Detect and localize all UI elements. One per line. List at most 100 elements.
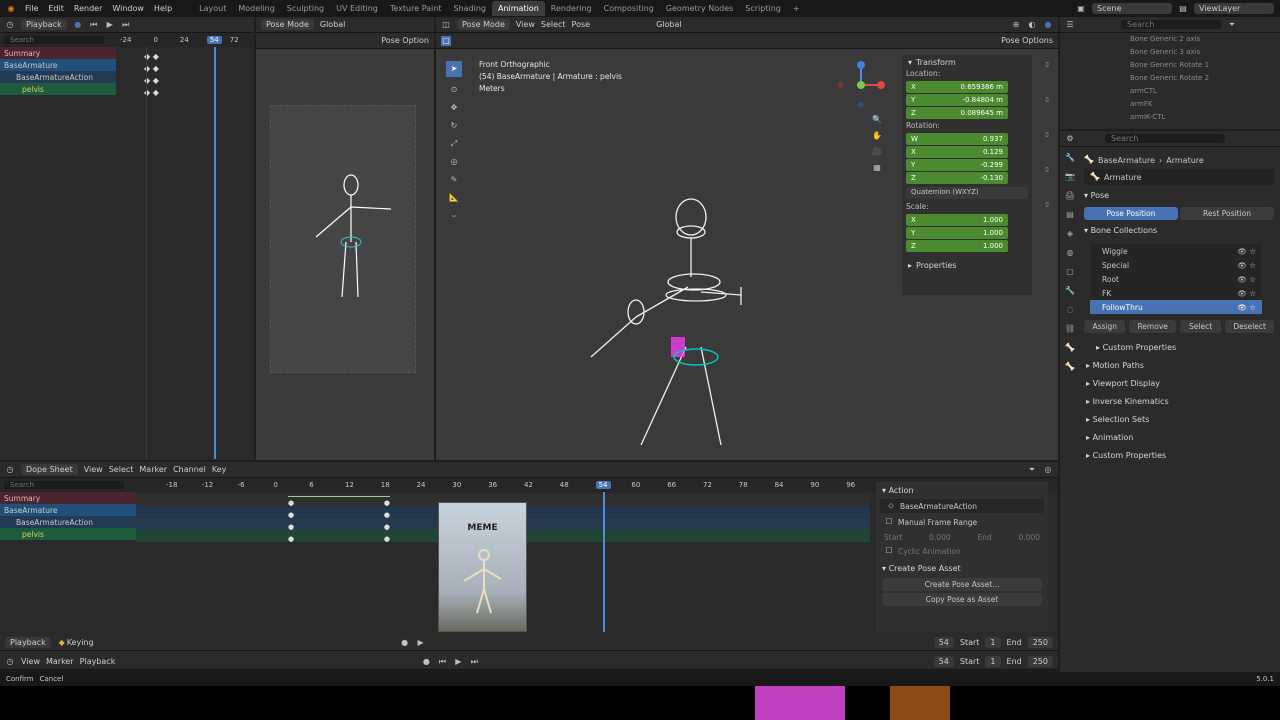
pan-icon[interactable]: ✋ [872, 131, 882, 141]
tab-texture-paint[interactable]: Texture Paint [384, 4, 448, 13]
menu-render[interactable]: Render [69, 4, 107, 13]
transform-tool-icon[interactable]: ◎ [449, 157, 459, 167]
visibility-eye-icon[interactable]: 👁 ☆ [1237, 275, 1256, 284]
view-layer-tab-icon[interactable]: ▤ [1066, 210, 1074, 219]
keyframe-row[interactable]: ● ● [288, 509, 390, 521]
secondary-orientation[interactable]: Global [320, 20, 346, 29]
dopesheet-start-value[interactable]: 1 [985, 637, 1001, 648]
annotate-tool-icon[interactable]: ✎ [449, 175, 459, 185]
properties-subsection[interactable]: ▸ Inverse Kinematics [1084, 393, 1274, 411]
dopesheet-current-frame[interactable]: 54 [933, 637, 954, 648]
outliner-search-input[interactable]: Search [1121, 20, 1221, 29]
tab-compositing[interactable]: Compositing [598, 4, 660, 13]
rotation-w-field[interactable]: W 0.937 [906, 133, 1008, 145]
tab-rendering[interactable]: Rendering [545, 4, 598, 13]
tab-shading[interactable]: Shading [447, 4, 492, 13]
dopesheet-menu-view[interactable]: View [84, 465, 103, 474]
scale-x-field[interactable]: X 1.000 [906, 214, 1008, 226]
dopesheet-menu-channel[interactable]: Channel [173, 465, 206, 474]
keyframe-row[interactable]: ● ● [288, 521, 390, 533]
jump-start-icon[interactable]: ⏮ [437, 657, 447, 667]
tab-animation[interactable]: Animation [491, 1, 545, 16]
dopesheet-menu-select[interactable]: Select [109, 465, 134, 474]
manual-frame-range-checkbox[interactable]: ☐ Manual Frame Range [876, 513, 1048, 531]
mode-selector[interactable]: Pose Mode [457, 19, 510, 30]
dopesheet-playback-menu[interactable]: Playback [5, 637, 51, 648]
selected-pelvis-bone[interactable] [671, 337, 685, 357]
bone-collection-item[interactable]: Special 👁 ☆ [1090, 258, 1262, 272]
tab-scripting[interactable]: Scripting [739, 4, 787, 13]
channel-action[interactable]: BaseArmatureAction [0, 71, 116, 83]
modifier-tab-icon[interactable]: 🔧 [1065, 286, 1075, 295]
editor-type-icon[interactable]: ◷ [5, 657, 15, 667]
proportional-edit-icon[interactable]: ◎ [1043, 465, 1053, 475]
channel-pelvis[interactable]: pelvis [0, 83, 116, 95]
sidebar-tab-tool[interactable]: ▯ [1045, 96, 1048, 103]
record-icon[interactable]: ● [400, 638, 410, 648]
secondary-mode-selector[interactable]: Pose Mode [261, 19, 314, 30]
properties-editor-icon[interactable]: ⚙ [1065, 134, 1075, 144]
filter-icon[interactable]: ⏷ [1227, 20, 1237, 30]
location-y-field[interactable]: Y -0.84804 m [906, 94, 1008, 106]
jump-end-icon[interactable]: ⏭ [121, 20, 131, 30]
world-tab-icon[interactable]: ◍ [1067, 248, 1074, 257]
sidebar-tab-view[interactable]: ▯ [1045, 131, 1048, 138]
left-playhead[interactable] [214, 47, 216, 459]
relax-tool-icon[interactable]: ⌣ [449, 211, 459, 221]
end-frame-field[interactable]: 250 [1027, 656, 1053, 667]
menu-view[interactable]: View [516, 20, 535, 29]
armature-data-tab-icon[interactable]: 🦴 [1065, 343, 1075, 352]
add-workspace-icon[interactable]: + [787, 4, 806, 13]
jump-end-icon[interactable]: ⏭ [469, 657, 479, 667]
timeline-menu-view[interactable]: View [21, 657, 40, 666]
scale-y-field[interactable]: Y 1.000 [906, 227, 1008, 239]
bone-tab-icon[interactable]: 🦴 [1065, 362, 1075, 371]
deselect-button[interactable]: Deselect [1225, 320, 1274, 333]
left-search-input[interactable]: Search [4, 36, 104, 44]
channel-summary[interactable]: Summary [0, 492, 136, 504]
select-tool-icon[interactable]: ➤ [446, 61, 462, 77]
menu-help[interactable]: Help [149, 4, 177, 13]
properties-subsection[interactable]: ▸ Viewport Display [1084, 375, 1274, 393]
bone-collection-item[interactable]: FollowThru 👁 ☆ [1090, 300, 1262, 314]
channel-action[interactable]: BaseArmatureAction [0, 516, 136, 528]
bone-collection-item[interactable]: Wiggle 👁 ☆ [1090, 244, 1262, 258]
filter-icon[interactable]: ⏷ [1027, 465, 1037, 475]
rotation-y-field[interactable]: Y -0.299 [906, 159, 1008, 171]
orientation-selector[interactable]: Global [656, 20, 682, 29]
outliner-item[interactable]: armCTL [1130, 85, 1280, 98]
record-icon[interactable]: ● [73, 20, 83, 30]
measure-tool-icon[interactable]: 📐 [449, 193, 459, 203]
armature-datablock[interactable]: 🦴 Armature [1084, 169, 1274, 185]
channel-basearmature[interactable]: BaseArmature [0, 59, 116, 71]
select-box-icon[interactable]: ▢ [441, 35, 451, 46]
outliner-item[interactable]: armFK [1130, 98, 1280, 111]
tab-uv-editing[interactable]: UV Editing [330, 4, 384, 13]
object-tab-icon[interactable]: ▢ [1066, 267, 1074, 276]
visibility-eye-icon[interactable]: 👁 ☆ [1237, 247, 1256, 256]
outliner-item[interactable]: Bone Generic Rotate 2 [1130, 72, 1280, 85]
menu-pose[interactable]: Pose [572, 20, 591, 29]
constraint-tab-icon[interactable]: ⛓ [1065, 324, 1075, 333]
rotate-tool-icon[interactable]: ↻ [449, 121, 459, 131]
scene-selector[interactable]: Scene [1092, 3, 1172, 14]
jump-start-icon[interactable]: ⏮ [89, 20, 99, 30]
rotation-z-field[interactable]: Z -0.130 [906, 172, 1008, 184]
start-frame-field[interactable]: 1 [985, 656, 1001, 667]
tab-layout[interactable]: Layout [193, 4, 232, 13]
play-icon[interactable]: ▶ [416, 638, 426, 648]
location-z-field[interactable]: Z 0.089645 m [906, 107, 1008, 119]
bone-collections-header[interactable]: ▾ Bone Collections [1084, 226, 1274, 240]
auto-key-icon[interactable]: ● [421, 657, 431, 667]
dopesheet-end-value[interactable]: 250 [1027, 637, 1053, 648]
editor-type-icon[interactable]: ◫ [441, 20, 451, 30]
transform-header[interactable]: ▾ Transform [902, 55, 1032, 69]
copy-pose-asset-button[interactable]: Copy Pose as Asset [882, 593, 1042, 606]
pose-options[interactable]: Pose Options [1001, 36, 1053, 45]
current-frame-marker[interactable]: 54 [595, 481, 611, 489]
play-icon[interactable]: ▶ [453, 657, 463, 667]
visibility-eye-icon[interactable]: 👁 ☆ [1237, 289, 1256, 298]
view-layer-selector[interactable]: ViewLayer [1194, 3, 1274, 14]
ortho-toggle-icon[interactable]: ▦ [872, 163, 882, 173]
scale-z-field[interactable]: Z 1.000 [906, 240, 1008, 252]
